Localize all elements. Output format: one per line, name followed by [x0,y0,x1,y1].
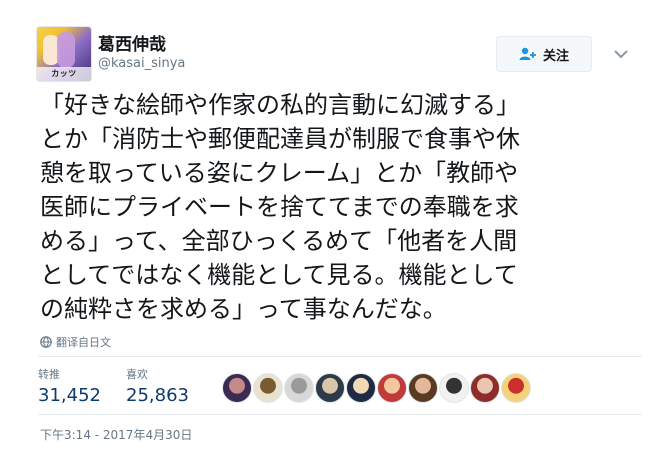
tweet-timestamp[interactable]: 下午3:14 - 2017年4月30日 [40,426,192,443]
liker-avatar[interactable] [253,373,283,403]
tweet-line: 憩を取っている姿にクレーム」とか「教師や [40,159,519,187]
likes-count: 25,863 [126,385,189,406]
liker-avatar[interactable] [377,373,407,403]
liker-avatar[interactable] [470,373,500,403]
liker-avatar[interactable] [346,373,376,403]
follow-button[interactable]: 关注 [496,36,592,72]
avatar-caption: カッツ [37,67,91,81]
liker-avatar[interactable] [439,373,469,403]
likes-label: 喜欢 [126,368,148,381]
retweets-count: 31,452 [38,385,101,406]
liker-avatar[interactable] [222,373,252,403]
tweet-line: める」って、全部ひっくるめて「他者を人間 [40,227,518,255]
likes-stat[interactable]: 喜欢 25,863 [126,366,189,406]
retweet-stat[interactable]: 转推 31,452 [38,366,101,406]
divider [38,414,642,415]
tweet-line: 医師にプライベートを捨ててまでの奉職を求 [40,193,519,221]
liker-avatar[interactable] [284,373,314,403]
avatar[interactable]: カッツ [36,26,92,82]
display-name[interactable]: 葛西伸哉 [98,30,166,55]
liker-avatar[interactable] [315,373,345,403]
tweet-text: 「好きな絵師や作家の私的言動に幻滅する」 とか「消防士や郵便配達員が制服で食事や… [40,88,630,326]
tweet-line: とか「消防士や郵便配達員が制服で食事や休 [40,125,520,153]
liker-avatar[interactable] [501,373,531,403]
follow-button-label: 关注 [542,48,569,64]
tweet-header: カッツ 葛西伸哉 @kasai_sinya 关注 [36,26,646,82]
divider [38,356,642,357]
translate-label: 翻译自日文 [56,336,111,349]
user-handle[interactable]: @kasai_sinya [98,56,185,71]
tweet-line: の純粋さを求める」って事なんだな。 [40,295,447,323]
avatar-figure-right [57,32,75,68]
tweet-line: 「好きな絵師や作家の私的言動に幻滅する」 [40,91,520,119]
add-user-icon [519,47,536,60]
tweet-line: としてではなく機能として見る。機能として [40,261,518,289]
retweets-label: 转推 [38,368,60,381]
translate-link[interactable]: 翻译自日文 [40,334,111,350]
liker-avatar[interactable] [408,373,438,403]
globe-icon [40,336,52,348]
chevron-down-icon[interactable] [612,45,630,63]
